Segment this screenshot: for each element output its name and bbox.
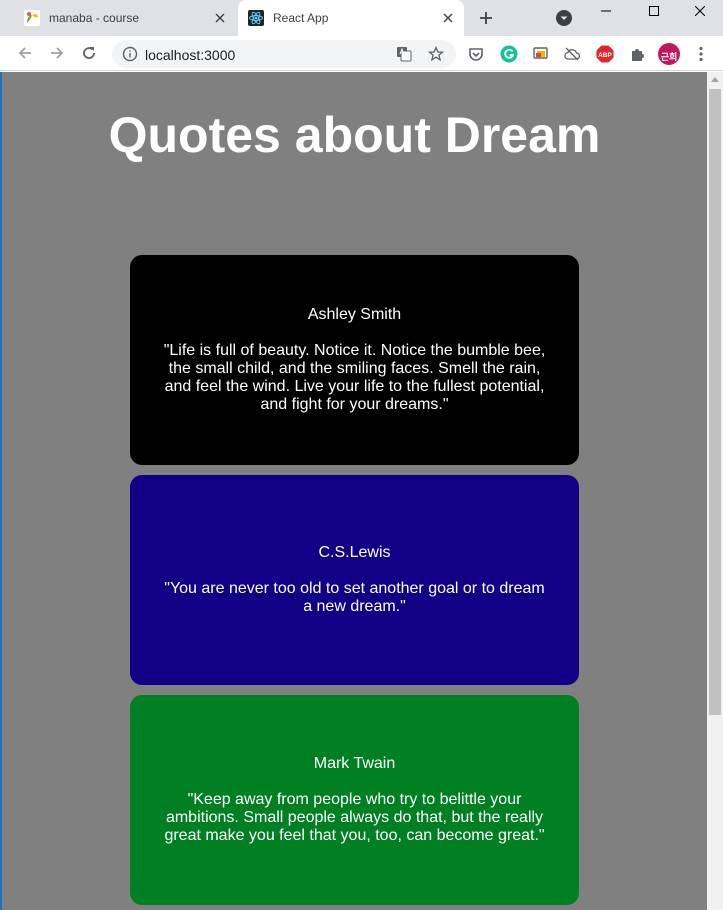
back-button[interactable] xyxy=(15,43,35,63)
scrollbar-thumb[interactable] xyxy=(709,89,721,715)
quote-author: Mark Twain xyxy=(313,755,396,772)
plus-icon xyxy=(480,12,492,24)
info-icon[interactable] xyxy=(122,46,138,62)
grammarly-extension[interactable] xyxy=(500,45,518,63)
address-bar[interactable]: localhost:3000 xyxy=(112,40,456,68)
new-tab-button[interactable] xyxy=(476,8,496,28)
profile-label: 근희 xyxy=(660,53,678,63)
browser-toolbar: localhost:3000 ABP xyxy=(0,36,723,71)
reload-button[interactable] xyxy=(79,43,99,63)
page-title: Quotes about Dream xyxy=(108,107,601,163)
react-favicon-icon xyxy=(248,10,264,26)
quote-card-1: Ashley Smith "Life is full of beauty. No… xyxy=(130,255,579,465)
arrow-left-icon xyxy=(18,47,31,59)
maximize-button[interactable] xyxy=(631,0,677,22)
page-scrollbar[interactable] xyxy=(707,72,723,910)
tab-title: React App xyxy=(273,11,329,25)
tab-search-icon[interactable] xyxy=(555,9,573,27)
adblock-extension[interactable]: ABP xyxy=(596,45,614,63)
tab-strip: manaba - course React App xyxy=(0,0,723,36)
maximize-icon xyxy=(649,6,659,16)
pocket-extension[interactable] xyxy=(467,45,485,63)
tab-title: manaba - course xyxy=(49,11,140,25)
quote-card-3: Mark Twain "Keep away from people who tr… xyxy=(130,695,579,905)
arrow-right-icon xyxy=(51,47,64,59)
puzzle-icon xyxy=(632,49,644,61)
page-viewport: Quotes about Dream Ashley Smith "Life is… xyxy=(2,72,707,910)
close-window-button[interactable] xyxy=(677,0,723,22)
url-text: localhost:3000 xyxy=(145,47,236,63)
extensions-menu-button[interactable] xyxy=(628,45,646,63)
quote-card-2: C.S.Lewis "You are never too old to set … xyxy=(130,475,579,685)
manaba-favicon-icon xyxy=(24,10,40,26)
cloud-extension[interactable] xyxy=(563,45,581,63)
reload-icon xyxy=(83,47,95,59)
pocket-icon xyxy=(469,48,483,61)
screen-capture-icon xyxy=(533,47,548,59)
translate-icon[interactable] xyxy=(396,46,412,62)
browser-menu-button[interactable] xyxy=(692,45,710,63)
minimize-button[interactable] xyxy=(583,0,629,22)
tab-react-app[interactable]: React App xyxy=(238,0,464,36)
more-vertical-icon xyxy=(699,46,703,62)
cast-extension[interactable] xyxy=(532,45,550,63)
close-tab-icon[interactable] xyxy=(440,10,456,26)
quote-author: Ashley Smith xyxy=(307,306,402,323)
close-icon xyxy=(695,6,705,16)
quote-text: "Life is full of beauty. Notice it. Noti… xyxy=(163,342,546,413)
cloud-off-icon xyxy=(564,47,581,61)
svg-text:ABP: ABP xyxy=(598,52,612,59)
forward-button[interactable] xyxy=(47,43,67,63)
scroll-up-arrow-icon[interactable] xyxy=(711,77,719,82)
quote-text: "Keep away from people who try to belitt… xyxy=(164,791,545,844)
quote-author: C.S.Lewis xyxy=(318,544,391,561)
grammarly-icon xyxy=(500,45,518,63)
quote-text: "You are never too old to set another go… xyxy=(164,580,545,615)
tab-manaba[interactable]: manaba - course xyxy=(14,0,236,36)
minimize-icon xyxy=(601,10,611,12)
close-tab-icon[interactable] xyxy=(212,10,228,26)
adblock-icon: ABP xyxy=(596,45,614,63)
bookmark-star-icon[interactable] xyxy=(428,46,444,62)
